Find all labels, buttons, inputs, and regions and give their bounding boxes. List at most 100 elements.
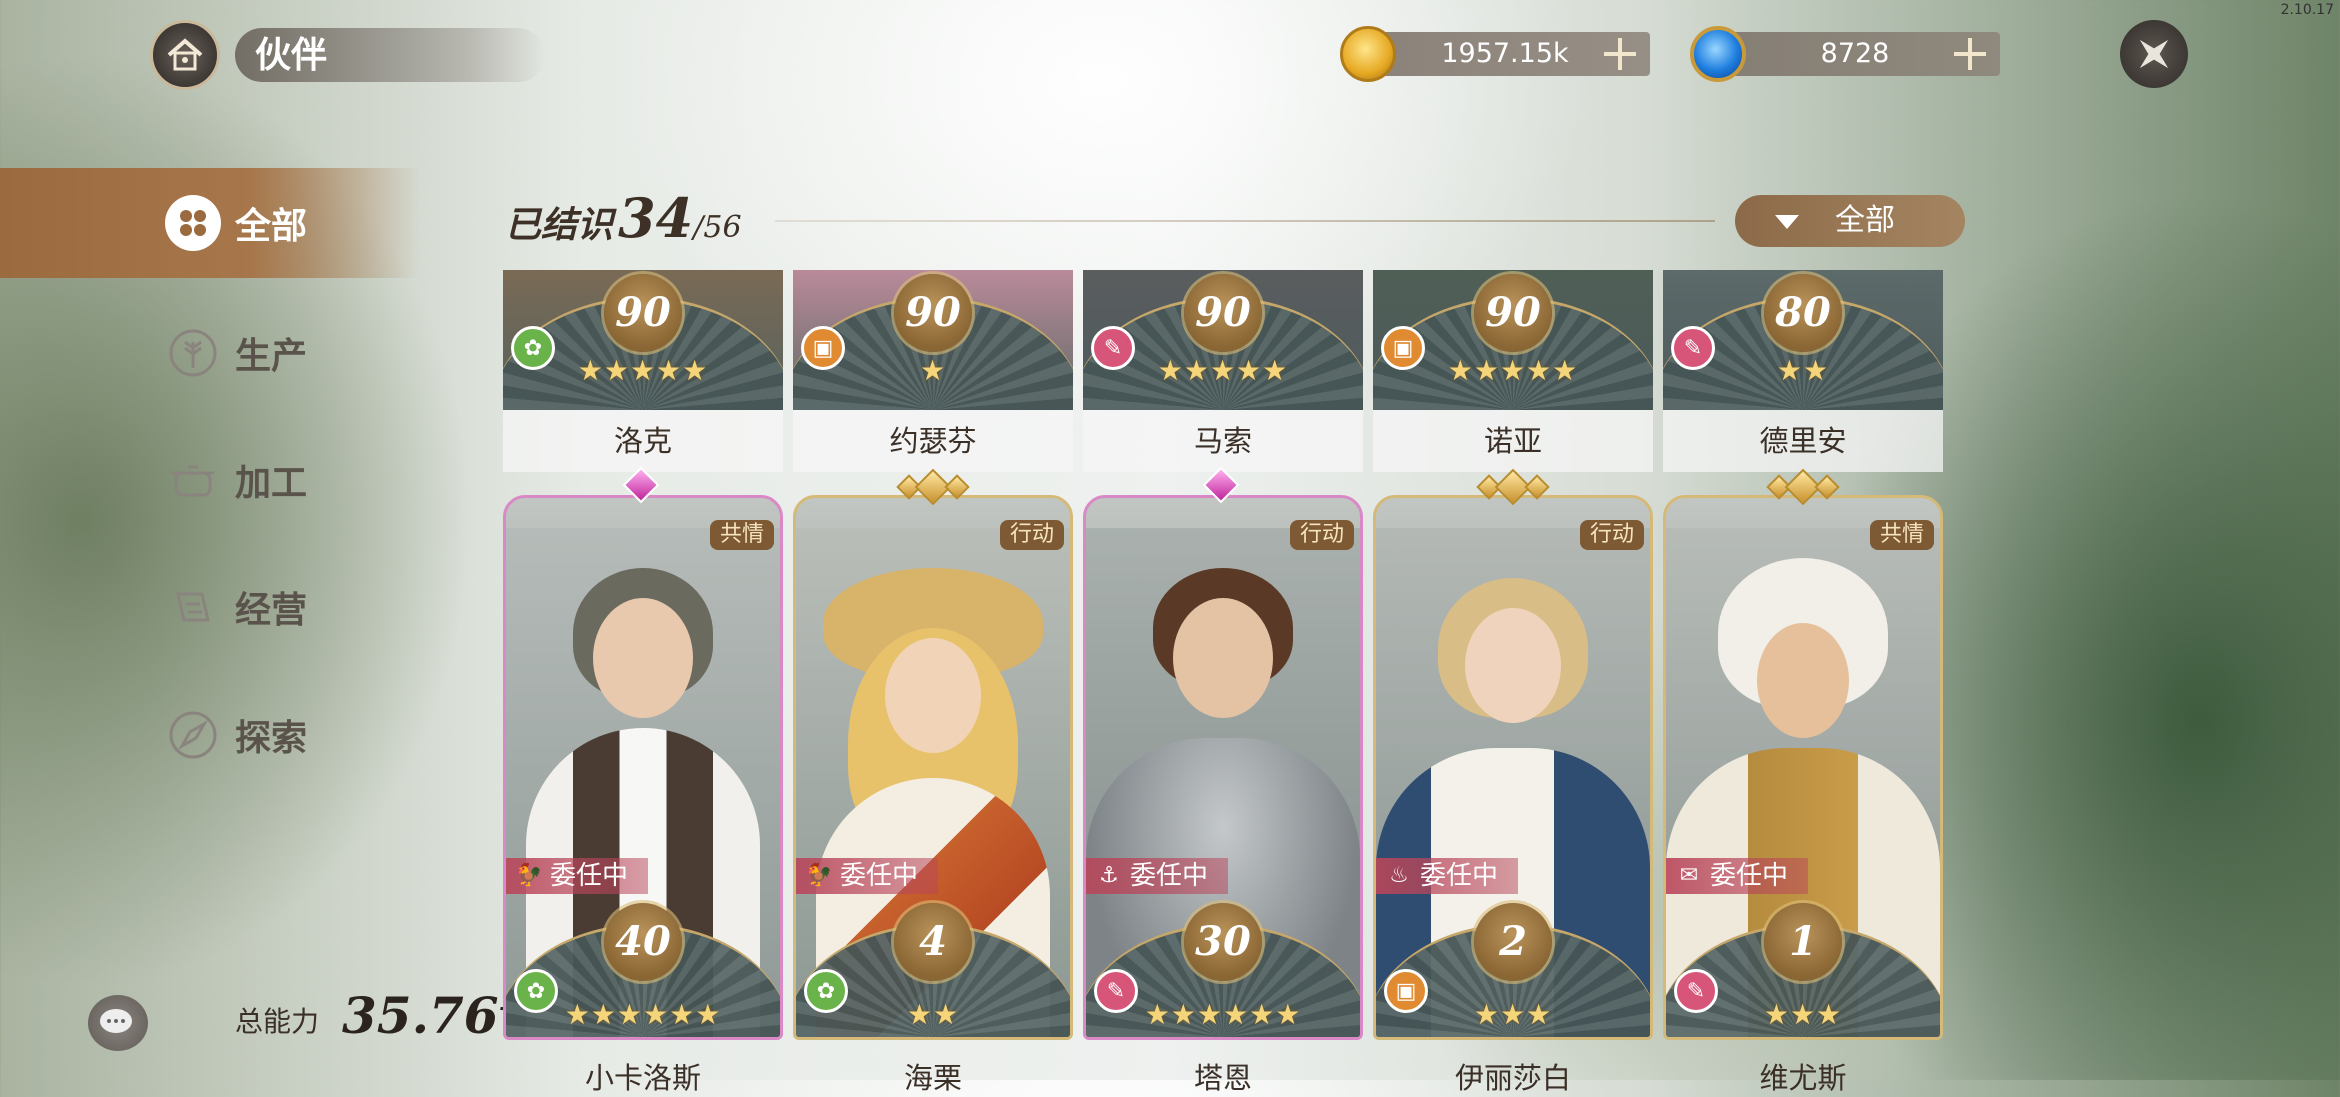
known-count: 34 bbox=[618, 186, 694, 250]
home-icon bbox=[167, 38, 203, 71]
partner-name: 海栗 bbox=[903, 1061, 962, 1095]
trait-tag: 共情 bbox=[709, 520, 774, 550]
production-type-icon: ✿ bbox=[511, 326, 555, 370]
processing-type-icon: ▣ bbox=[801, 326, 845, 370]
filter-dropdown[interactable]: 全部 bbox=[1735, 195, 1965, 247]
close-button[interactable] bbox=[2120, 20, 2188, 88]
page-title: 伙伴 bbox=[235, 28, 545, 82]
rarity-gem bbox=[622, 466, 660, 504]
gem-icon bbox=[1690, 26, 1746, 82]
business-type-icon: ✎ bbox=[1671, 326, 1715, 370]
add-gem-button[interactable] bbox=[1952, 36, 1988, 72]
level-badge: 90 bbox=[604, 274, 682, 352]
processing-type-icon: ▣ bbox=[1384, 969, 1428, 1013]
version-label: 2.10.17 bbox=[2280, 2, 2334, 18]
level-badge: 90 bbox=[1474, 274, 1552, 352]
trait-tag: 行动 bbox=[1579, 520, 1644, 550]
total-power-label: 总能力 bbox=[235, 1005, 320, 1038]
partner-card[interactable]: 行动 ⚓ 委任中 30 ★★★★★★ ✎ bbox=[1083, 495, 1363, 1040]
sidebar-item-label: 探索 bbox=[235, 717, 308, 759]
production-type-icon: ✿ bbox=[804, 969, 848, 1013]
partner-card[interactable]: 行动 ♨ 委任中 2 ★★★ ▣ bbox=[1373, 495, 1653, 1040]
rarity-gem bbox=[1766, 468, 1840, 506]
sidebar-item-all[interactable]: 全部 bbox=[0, 168, 420, 278]
header-divider bbox=[775, 220, 1715, 222]
business-type-icon: ✎ bbox=[1094, 969, 1138, 1013]
status-badge: ✉ 委任中 bbox=[1666, 858, 1809, 894]
partner-name: 诺亚 bbox=[1373, 410, 1653, 472]
status-label: 委任中 bbox=[1130, 861, 1209, 891]
card-art: 90 ★★★★★ ✎ bbox=[1083, 270, 1363, 410]
scroll-icon bbox=[165, 579, 221, 635]
sidebar-item-label: 加工 bbox=[235, 462, 308, 504]
partner-name: 约瑟芬 bbox=[793, 410, 1073, 472]
partner-card-top[interactable]: 90 ★ ▣ 约瑟芬 bbox=[793, 270, 1073, 472]
partner-card[interactable]: 行动 🐓 委任中 4 ★★ ✿ bbox=[793, 495, 1073, 1040]
sidebar-item-processing[interactable]: 加工 bbox=[0, 425, 420, 535]
production-type-icon: ✿ bbox=[514, 969, 558, 1013]
partner-card[interactable]: 共情 ✉ 委任中 1 ★★★ ✎ bbox=[1663, 495, 1943, 1040]
rarity-gem bbox=[1202, 466, 1240, 504]
pink-diamond-icon bbox=[1202, 466, 1240, 504]
chat-icon bbox=[100, 1009, 132, 1033]
pot-icon: ♨ bbox=[1389, 863, 1409, 888]
trait-tag: 共情 bbox=[1869, 520, 1934, 550]
card-art: 90 ★ ▣ bbox=[793, 270, 1073, 410]
card-art: 90 ★★★★★ ▣ bbox=[1373, 270, 1653, 410]
partner-card-top[interactable]: 80 ★★ ✎ 德里安 bbox=[1663, 270, 1943, 472]
gold-diamond-icon bbox=[944, 474, 970, 500]
add-gold-button[interactable] bbox=[1602, 36, 1638, 72]
close-icon bbox=[2139, 39, 2169, 69]
pot-icon bbox=[165, 452, 221, 508]
partner-card-top[interactable]: 90 ★★★★★ ✎ 马索 bbox=[1083, 270, 1363, 472]
status-badge: ♨ 委任中 bbox=[1376, 858, 1519, 894]
gold-diamond-icon bbox=[1524, 474, 1550, 500]
sidebar-item-business[interactable]: 经营 bbox=[0, 552, 420, 662]
processing-type-icon: ▣ bbox=[1381, 326, 1425, 370]
partner-name: 伊丽莎白 bbox=[1454, 1061, 1571, 1095]
partner-name: 小卡洛斯 bbox=[584, 1061, 701, 1095]
status-label: 委任中 bbox=[1710, 861, 1789, 891]
scroll-icon: ✉ bbox=[1679, 863, 1699, 888]
business-type-icon: ✎ bbox=[1091, 326, 1135, 370]
rooster-icon: 🐓 bbox=[805, 863, 833, 888]
rarity-gem bbox=[1476, 468, 1550, 506]
sidebar-item-label: 生产 bbox=[235, 335, 308, 377]
level-badge: 4 bbox=[894, 903, 972, 981]
trait-tag: 行动 bbox=[999, 520, 1064, 550]
grid-icon bbox=[165, 195, 221, 251]
level-badge: 30 bbox=[1184, 903, 1262, 981]
partner-card-top[interactable]: 90 ★★★★★ ▣ 诺亚 bbox=[1373, 270, 1653, 472]
trait-tag: 行动 bbox=[1289, 520, 1354, 550]
rarity-gem bbox=[896, 468, 970, 506]
status-badge: 🐓 委任中 bbox=[796, 858, 939, 894]
sidebar-item-label: 全部 bbox=[235, 205, 308, 247]
level-badge: 2 bbox=[1474, 903, 1552, 981]
status-label: 委任中 bbox=[1420, 861, 1499, 891]
anchor-icon: ⚓ bbox=[1099, 863, 1119, 888]
sidebar-item-explore[interactable]: 探索 bbox=[0, 680, 420, 790]
gold-counter: 1957.15k bbox=[1340, 26, 1650, 82]
card-art: 90 ★★★★★ ✿ bbox=[503, 270, 783, 410]
sidebar-item-production[interactable]: 生产 bbox=[0, 298, 420, 408]
home-button[interactable] bbox=[150, 20, 220, 90]
partner-name: 塔恩 bbox=[1193, 1061, 1252, 1095]
gem-value: 8728 bbox=[1820, 38, 1890, 69]
sidebar-item-label: 经营 bbox=[235, 589, 308, 631]
known-label: 已结识 bbox=[505, 204, 614, 246]
partner-name: 德里安 bbox=[1663, 410, 1943, 472]
level-badge: 40 bbox=[604, 903, 682, 981]
partner-card-top[interactable]: 90 ★★★★★ ✿ 洛克 bbox=[503, 270, 783, 472]
level-badge: 90 bbox=[1184, 274, 1262, 352]
status-badge: ⚓ 委任中 bbox=[1086, 858, 1229, 894]
gold-diamond-icon bbox=[1814, 474, 1840, 500]
card-art: 80 ★★ ✎ bbox=[1663, 270, 1943, 410]
partner-name: 洛克 bbox=[503, 410, 783, 472]
rooster-icon: 🐓 bbox=[515, 863, 543, 888]
chat-button[interactable] bbox=[88, 995, 148, 1051]
wheat-icon bbox=[165, 325, 221, 381]
partner-card[interactable]: 共情 🐓 委任中 40 ★★★★★★ ✿ bbox=[503, 495, 783, 1040]
partner-name: 马索 bbox=[1083, 410, 1363, 472]
pink-diamond-icon bbox=[622, 466, 660, 504]
status-label: 委任中 bbox=[840, 861, 919, 891]
